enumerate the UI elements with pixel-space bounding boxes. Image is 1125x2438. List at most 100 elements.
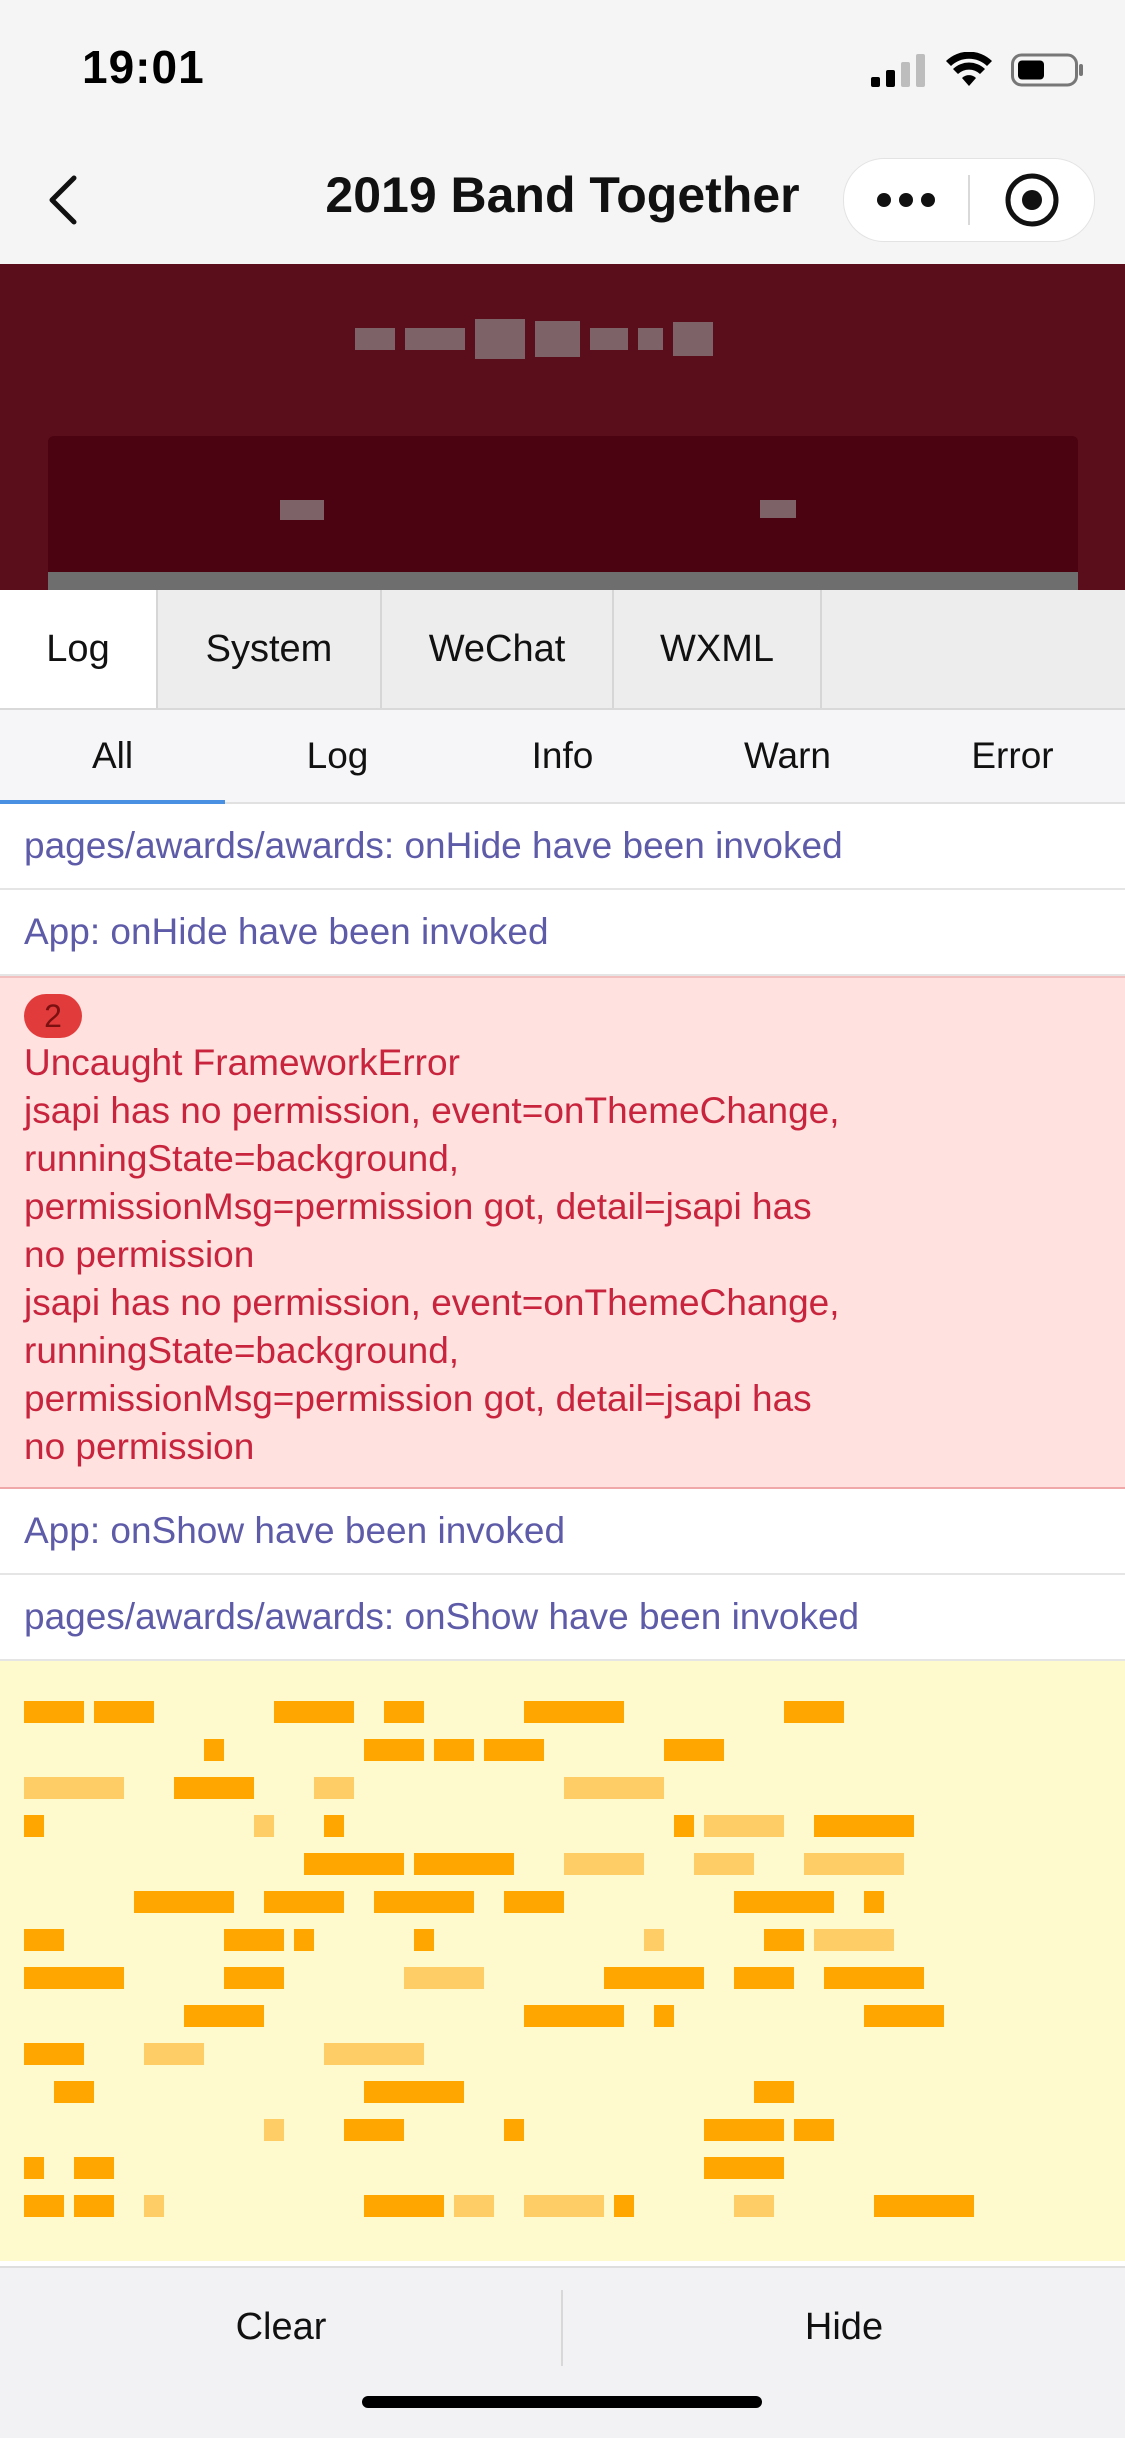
status-time: 19:01 bbox=[82, 41, 205, 93]
error-line: runningState=background, bbox=[24, 1330, 460, 1371]
redaction-block bbox=[24, 2043, 84, 2065]
more-dots-icon bbox=[877, 193, 935, 207]
redaction-block bbox=[294, 1929, 314, 1951]
redaction-block bbox=[814, 1929, 894, 1951]
redaction-block bbox=[814, 1815, 914, 1837]
status-bar: 19:01 bbox=[0, 0, 1125, 132]
redaction-block bbox=[324, 1815, 344, 1837]
redaction-block bbox=[414, 1853, 514, 1875]
tab-wechat[interactable]: WeChat bbox=[382, 590, 614, 708]
redaction-block bbox=[564, 1777, 664, 1799]
redaction-block bbox=[24, 2195, 64, 2217]
error-line: Uncaught FrameworkError bbox=[24, 1042, 460, 1083]
redaction-block bbox=[174, 1777, 254, 1799]
redaction-block bbox=[434, 1739, 474, 1761]
redaction-block bbox=[484, 1739, 544, 1761]
redaction-block bbox=[274, 1701, 354, 1723]
redaction-block bbox=[734, 1967, 794, 1989]
redaction-block bbox=[24, 2157, 44, 2179]
redaction-block bbox=[704, 2157, 784, 2179]
redaction-block bbox=[694, 1853, 754, 1875]
redaction-block bbox=[664, 1739, 724, 1761]
redaction-block bbox=[504, 1891, 564, 1913]
redaction-block bbox=[204, 1739, 224, 1761]
filter-warn[interactable]: Warn bbox=[675, 710, 900, 802]
error-log-entry: 2 Uncaught FrameworkError jsapi has no p… bbox=[0, 976, 1125, 1489]
vconsole-toolbar: Clear Hide bbox=[0, 2266, 1125, 2438]
tab-log[interactable]: Log bbox=[0, 590, 158, 708]
redaction-block bbox=[24, 1701, 84, 1723]
filter-log[interactable]: Log bbox=[225, 710, 450, 802]
cellular-signal-icon bbox=[871, 54, 925, 87]
log-filter-tabs: All Log Info Warn Error bbox=[0, 710, 1125, 804]
redaction-block bbox=[24, 1929, 64, 1951]
home-indicator bbox=[362, 2396, 762, 2408]
redaction-block bbox=[564, 1853, 644, 1875]
blurred-title bbox=[355, 314, 785, 364]
tab-system[interactable]: System bbox=[158, 590, 382, 708]
redaction-block bbox=[754, 2081, 794, 2103]
redaction-block bbox=[704, 2119, 784, 2141]
redaction-block bbox=[24, 1967, 124, 1989]
filter-all[interactable]: All bbox=[0, 710, 225, 804]
redaction-block bbox=[704, 1815, 784, 1837]
clear-button[interactable]: Clear bbox=[0, 2268, 562, 2386]
page-banner bbox=[0, 264, 1125, 590]
redaction-block bbox=[264, 1891, 344, 1913]
redaction-block bbox=[734, 1891, 834, 1913]
filter-error[interactable]: Error bbox=[900, 710, 1125, 802]
redaction-block bbox=[324, 2043, 424, 2065]
redaction-block bbox=[144, 2043, 204, 2065]
log-entry: pages/awards/awards: onHide have been in… bbox=[0, 804, 1125, 890]
redaction-block bbox=[614, 2195, 634, 2217]
redaction-block bbox=[224, 1929, 284, 1951]
redaction-block bbox=[74, 2195, 114, 2217]
filter-info[interactable]: Info bbox=[450, 710, 675, 802]
tab-wxml[interactable]: WXML bbox=[614, 590, 822, 708]
error-line: permissionMsg=permission got, detail=jsa… bbox=[24, 1378, 812, 1419]
log-entry: App: onShow have been invoked bbox=[0, 1489, 1125, 1575]
redaction-block bbox=[524, 2005, 624, 2027]
redaction-block bbox=[74, 2157, 114, 2179]
redaction-block bbox=[364, 2195, 444, 2217]
nav-bar: 2019 Band Together bbox=[0, 132, 1125, 264]
redaction-block bbox=[24, 1777, 124, 1799]
redaction-block bbox=[134, 1891, 234, 1913]
close-mini-program-button[interactable] bbox=[970, 159, 1094, 241]
redaction-block bbox=[864, 1891, 884, 1913]
battery-icon bbox=[1011, 53, 1083, 87]
redaction-block bbox=[304, 1853, 404, 1875]
redaction-block bbox=[24, 1815, 44, 1837]
redaction-block bbox=[314, 1777, 354, 1799]
error-line: no permission bbox=[24, 1234, 255, 1275]
redaction-block bbox=[654, 2005, 674, 2027]
redaction-block bbox=[364, 2081, 464, 2103]
more-button[interactable] bbox=[844, 159, 968, 241]
mini-program-capsule bbox=[843, 158, 1095, 242]
log-list: pages/awards/awards: onHide have been in… bbox=[0, 804, 1125, 2261]
log-entry: App: onHide have been invoked bbox=[0, 890, 1125, 976]
redaction-block bbox=[804, 1853, 904, 1875]
log-entry: pages/awards/awards: onShow have been in… bbox=[0, 1575, 1125, 1661]
redaction-block bbox=[94, 1701, 154, 1723]
redaction-block bbox=[504, 2119, 524, 2141]
redaction-block bbox=[604, 1967, 704, 1989]
redaction-block bbox=[364, 1739, 424, 1761]
target-close-icon bbox=[1005, 173, 1059, 227]
redaction-block bbox=[674, 1815, 694, 1837]
error-line: jsapi has no permission, event=onThemeCh… bbox=[24, 1090, 840, 1131]
redaction-block bbox=[414, 1929, 434, 1951]
redaction-block bbox=[264, 2119, 284, 2141]
redaction-block bbox=[144, 2195, 164, 2217]
error-line: jsapi has no permission, event=onThemeCh… bbox=[24, 1282, 840, 1323]
redaction-block bbox=[224, 1967, 284, 1989]
redaction-block bbox=[384, 1701, 424, 1723]
redaction-block bbox=[764, 1929, 804, 1951]
error-line: no permission bbox=[24, 1426, 255, 1467]
redaction-block bbox=[524, 2195, 604, 2217]
error-line: permissionMsg=permission got, detail=jsa… bbox=[24, 1186, 812, 1227]
redaction-block bbox=[734, 2195, 774, 2217]
hide-button[interactable]: Hide bbox=[563, 2268, 1125, 2386]
redaction-block bbox=[824, 1967, 924, 1989]
redaction-block bbox=[644, 1929, 664, 1951]
